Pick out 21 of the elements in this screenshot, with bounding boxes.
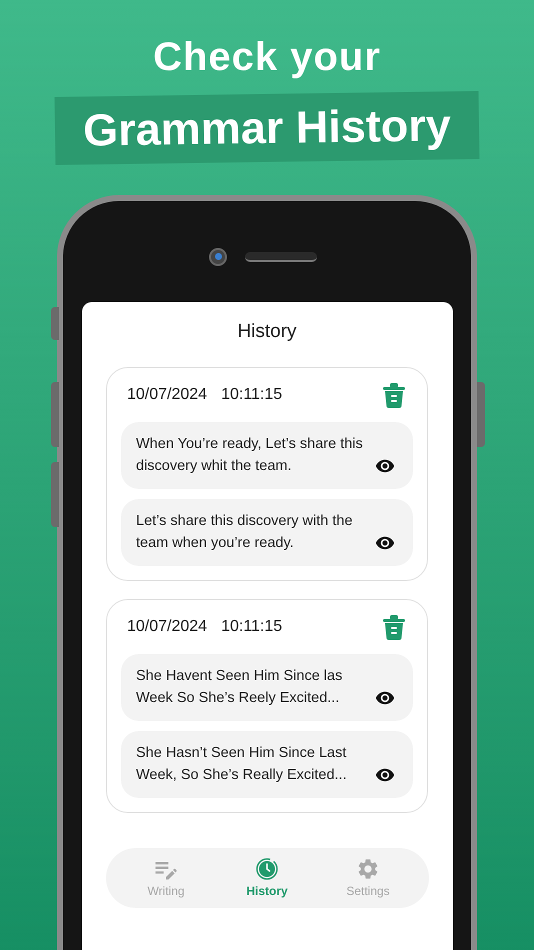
sentence-bubble[interactable]: She Hasn’t Seen Him Since Last Week, So She’s Really Excited... [121,730,413,798]
trash-icon[interactable] [383,382,405,408]
headline: Check your [153,34,381,80]
entry-date: 10/07/2024 [127,616,208,636]
entry-time: 10:11:15 [221,616,282,636]
sentence-bubble[interactable]: When You’re ready, Let’s share this discovery whit the team. [121,422,413,488]
entry-date: 10/07/2024 [127,384,208,404]
screen-title: History [237,320,297,344]
banner: Grammar History [54,91,480,164]
sentence-bubble[interactable]: Let’s share this discovery with the team when you’re ready. [121,498,413,566]
speaker-grille [245,252,317,262]
camera-icon [209,248,227,266]
sentence-text: She Havent Seen Him Since las Week So She’s Reely Excited... [136,666,344,708]
sentence-bubble[interactable]: She Havent Seen Him Since las Week So She’s Reely Excited... [121,654,413,720]
sentence-text: When You’re ready, Let’s share this discovery whit the team. [136,434,364,476]
trash-icon[interactable] [383,614,405,640]
clock-icon [256,858,278,880]
sentence-text: She Hasn’t Seen Him Since Last Week, So She’s Really Excited... [136,744,348,784]
entry-time: 10:11:15 [221,384,282,404]
settings-icon [356,856,380,880]
sentence-text: Let’s share this discovery with the team when you’re ready. [136,512,354,552]
